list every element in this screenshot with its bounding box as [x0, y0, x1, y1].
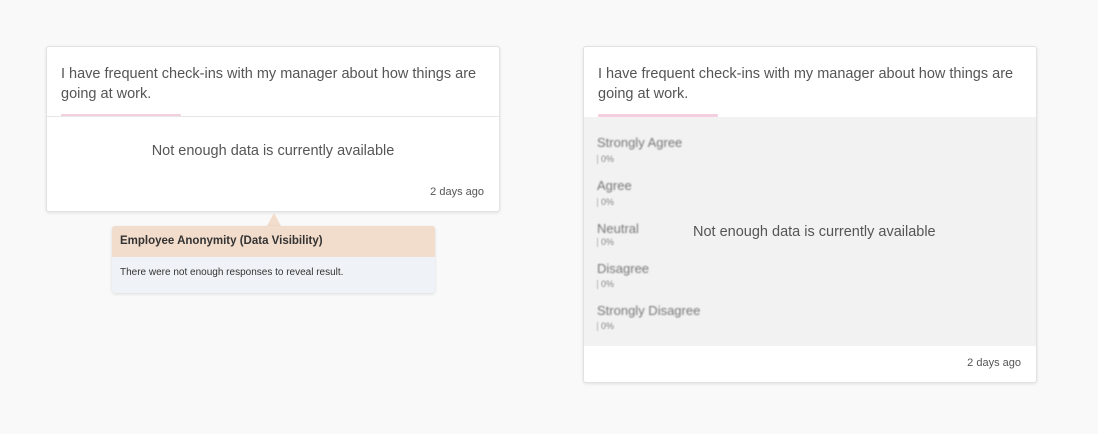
percent-value: 0% [601, 279, 615, 289]
question-text: I have frequent check-ins with my manage… [61, 66, 477, 102]
question-card-right: I have frequent check-ins with my manage… [583, 46, 1037, 383]
option-percent-strongly-disagree: 0% [597, 321, 615, 332]
no-data-message[interactable]: Not enough data is currently available [47, 143, 499, 159]
tooltip-title: Employee Anonymity (Data Visibility) [112, 226, 435, 257]
percent-value: 0% [601, 154, 615, 164]
option-label-strongly-agree: Strongly Agree [597, 135, 683, 150]
card-divider [47, 116, 499, 117]
option-label-neutral: Neutral [597, 221, 639, 236]
option-bar [597, 155, 598, 165]
option-bar [597, 198, 598, 208]
question-text: I have frequent check-ins with my manage… [598, 66, 1014, 102]
option-label-agree: Agree [597, 178, 632, 193]
option-percent-agree: 0% [597, 197, 615, 208]
percent-value: 0% [601, 321, 615, 331]
option-label-strongly-disagree: Strongly Disagree [597, 303, 701, 318]
option-percent-neutral: 0% [597, 237, 615, 248]
no-data-message: Not enough data is currently available [693, 224, 936, 240]
percent-value: 0% [601, 197, 615, 207]
option-bar [597, 322, 598, 332]
percent-value: 0% [601, 237, 615, 247]
anonymity-tooltip: Employee Anonymity (Data Visibility) The… [112, 226, 435, 293]
question-card-left: I have frequent check-ins with my manage… [46, 46, 500, 212]
tooltip-body: There were not enough responses to revea… [120, 267, 344, 278]
timestamp: 2 days ago [967, 357, 1021, 369]
option-bar [597, 238, 598, 248]
tooltip-arrow [267, 213, 281, 226]
option-percent-disagree: 0% [597, 279, 615, 290]
blurred-results-area: Strongly Agree 0% Agree 0% Neutral 0% Di… [584, 117, 1036, 346]
option-label-disagree: Disagree [597, 261, 650, 276]
timestamp: 2 days ago [430, 186, 484, 198]
option-bar [597, 280, 598, 290]
option-percent-strongly-agree: 0% [597, 154, 615, 165]
